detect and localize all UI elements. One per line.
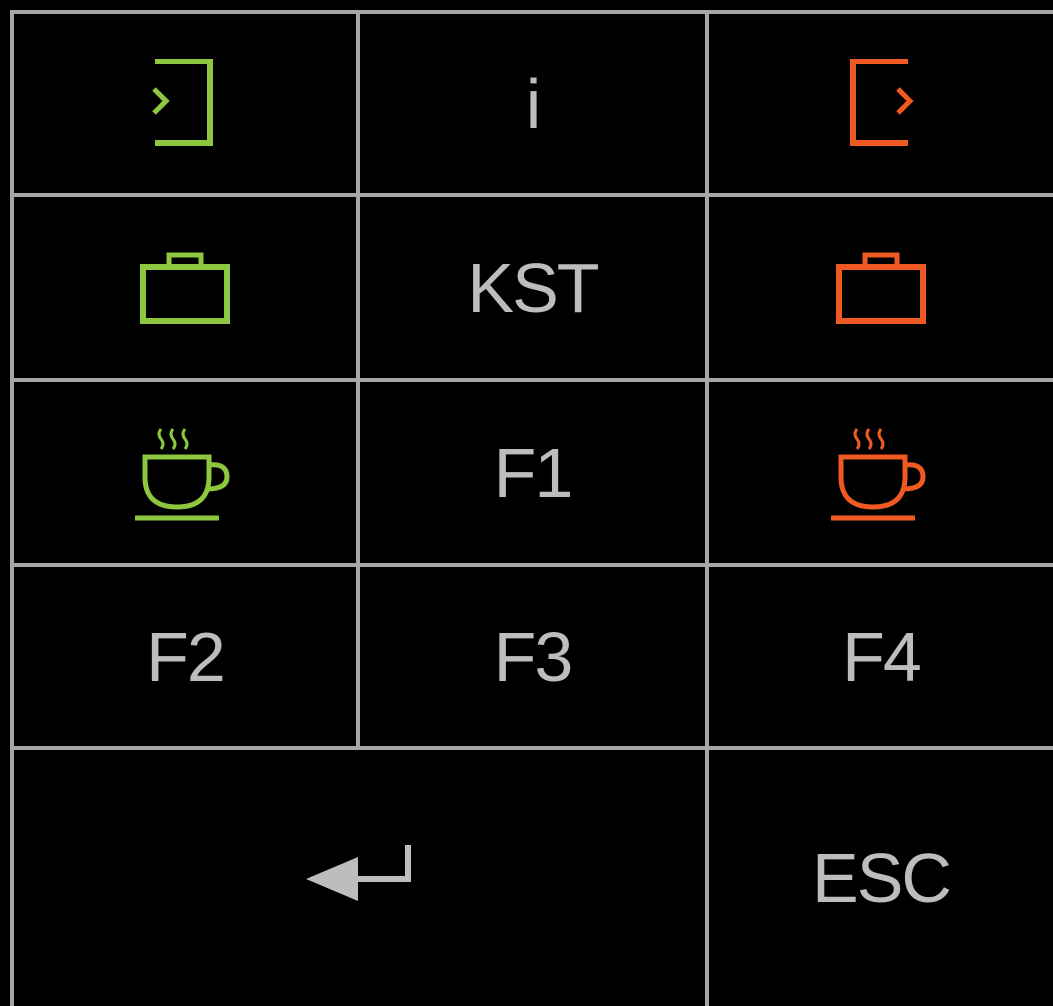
info-label: i [525, 64, 542, 143]
briefcase-icon [140, 252, 230, 324]
coffee-cup-icon [135, 427, 230, 520]
terminal-keypad: i KST F1 F2 F3 F4 ESC [0, 0, 1053, 1006]
f1-label: F1 [493, 433, 574, 512]
f4-label: F4 [842, 617, 922, 696]
business-trip-out-button[interactable] [709, 197, 1053, 378]
check-out-button[interactable] [709, 14, 1053, 193]
f4-button[interactable]: F4 [709, 567, 1053, 746]
kst-button[interactable]: KST [360, 197, 705, 378]
break-start-button[interactable] [14, 382, 356, 563]
info-button[interactable]: i [360, 14, 705, 193]
break-end-button[interactable] [709, 382, 1053, 563]
esc-label: ESC [812, 839, 952, 917]
f1-button[interactable]: F1 [360, 382, 705, 563]
business-trip-in-button[interactable] [14, 197, 356, 378]
logout-arrow-icon [850, 58, 916, 146]
coffee-cup-icon [831, 427, 926, 520]
kst-label: KST [467, 248, 599, 327]
f3-button[interactable]: F3 [360, 567, 705, 746]
esc-button[interactable]: ESC [709, 750, 1053, 1006]
enter-button[interactable] [14, 750, 705, 1006]
f2-button[interactable]: F2 [14, 567, 356, 746]
enter-arrow-icon [305, 845, 411, 901]
check-in-button[interactable] [14, 14, 356, 193]
login-arrow-icon [146, 58, 213, 146]
briefcase-icon [836, 252, 926, 324]
f2-label: F2 [146, 617, 226, 696]
f3-label: F3 [493, 617, 574, 696]
